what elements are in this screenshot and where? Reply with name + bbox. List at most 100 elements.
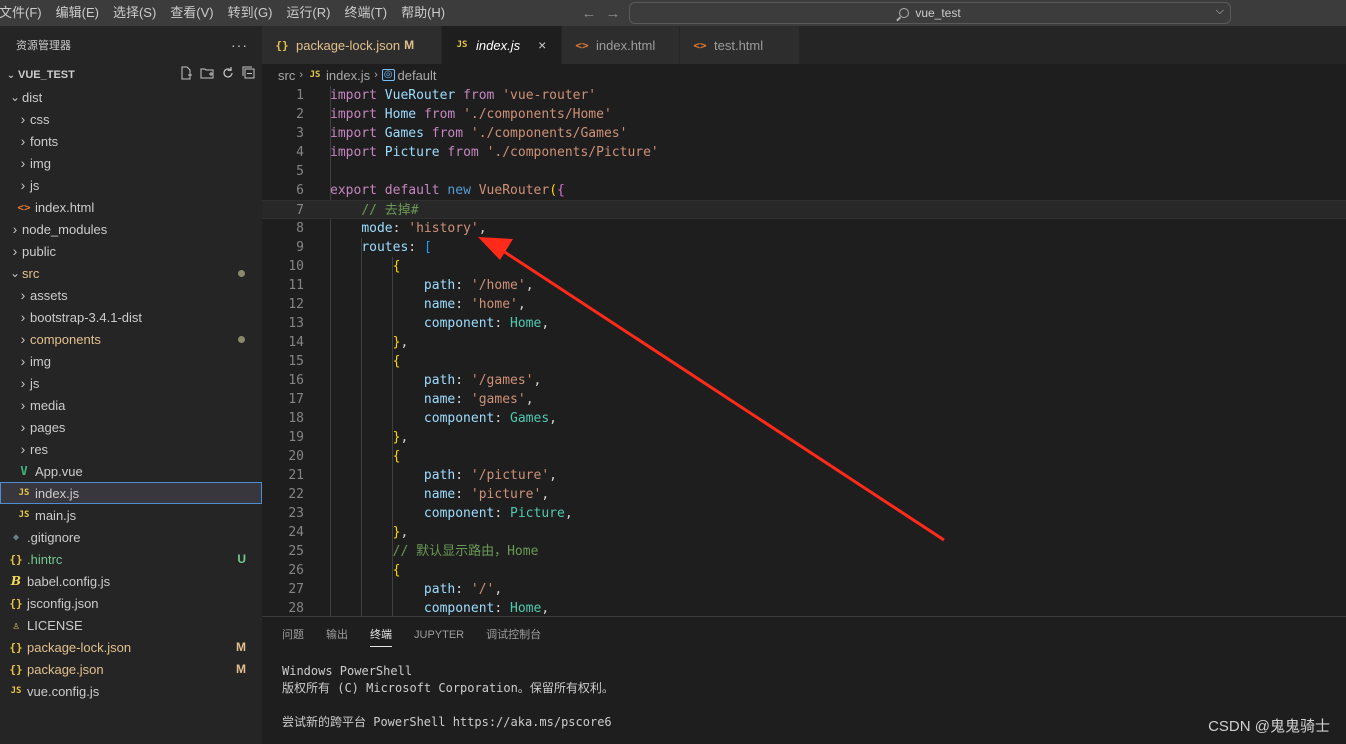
code-token: { [392,563,401,578]
editor-tab[interactable]: <> index.html [562,26,680,64]
code-text: name: 'home', [330,295,526,314]
tree-item[interactable]: ◆ .gitignore [0,526,262,548]
tree-item[interactable]: ⌄ dist [0,86,262,108]
menu-item[interactable]: 终端(T) [337,0,394,26]
forward-arrow-icon[interactable]: → [604,5,622,22]
new-folder-icon[interactable] [200,66,214,80]
panel-tab[interactable]: 问题 [282,617,304,653]
menu-item[interactable]: 选择(S) [106,0,163,26]
code-token: '/picture' [470,468,550,483]
tree-item-label: main.js [35,507,77,523]
code-token: : [455,582,471,597]
code-token: : [455,468,471,483]
menu-item[interactable]: 文件(F) [0,0,49,26]
code-line: 17 name: 'games', [262,390,1346,409]
back-arrow-icon[interactable]: ← [580,5,598,22]
code-editor[interactable]: 1 import VueRouter from 'vue-router' 2 impo… [262,86,1346,616]
tree-item[interactable]: › public [0,240,262,262]
tree-item[interactable]: › components [0,328,262,350]
breadcrumb-symbol[interactable]: default [398,68,437,83]
line-number: 21 [288,468,304,483]
tree-item[interactable]: › assets [0,284,262,306]
tree-item[interactable]: {} package-lock.json M [0,636,262,658]
tree-item[interactable]: › js [0,174,262,196]
code-token: { [392,449,401,464]
tree-item[interactable]: <> index.html [0,196,262,218]
line-number: 20 [288,449,304,464]
code-token: component [423,601,495,616]
code-token: ( [549,183,558,198]
menu-item[interactable]: 运行(R) [279,0,337,26]
code-token: Picture [510,506,565,521]
code-line: 6 export default new VueRouter({ [262,181,1346,200]
editor-tab[interactable]: JS index.js × [442,26,562,64]
line-number: 27 [288,582,304,597]
editor-tab[interactable]: <> test.html [680,26,800,64]
collapse-all-icon[interactable] [242,66,256,80]
project-header[interactable]: ⌄ VUE_TEST [0,64,262,86]
code-token: component [423,411,495,426]
tree-item[interactable]: {} jsconfig.json [0,592,262,614]
json-file-icon: {} [9,662,23,676]
code-text: component: Picture, [330,504,573,523]
close-icon[interactable]: × [538,37,546,53]
panel-tab[interactable]: JUPYTER [414,617,464,653]
tree-item[interactable]: › css [0,108,262,130]
menu-item[interactable]: 编辑(E) [49,0,106,26]
menu-item[interactable]: 转到(G) [221,0,280,26]
code-line: 11 path: '/home', [262,276,1346,295]
tree-item-label: media [30,397,66,413]
terminal-output[interactable]: Windows PowerShell 版权所有 (C) Microsoft Cor… [262,653,1346,731]
refresh-icon[interactable] [221,66,235,80]
editor-tab[interactable]: {} package-lock.json M [262,26,442,64]
code-token: , [494,582,503,597]
menu-item[interactable]: 帮助(H) [394,0,452,26]
code-text: { [330,352,401,371]
tree-item[interactable]: JS vue.config.js [0,680,262,702]
command-center-search[interactable]: vue_test ⌵ [629,2,1231,24]
breadcrumb-file[interactable]: index.js [326,68,370,83]
panel-tab[interactable]: 调试控制台 [486,617,541,653]
line-number: 23 [288,506,304,521]
tree-item[interactable]: › pages [0,416,262,438]
tree-item[interactable]: › res [0,438,262,460]
tree-item[interactable]: › img [0,350,262,372]
panel-tab[interactable]: 输出 [326,617,348,653]
tree-item[interactable]: {} package.json M [0,658,262,680]
tree-item[interactable]: ⌄ src [0,262,262,284]
javascript-file-icon: JS [18,488,30,498]
breadcrumb-folder[interactable]: src [278,68,295,83]
tree-item[interactable]: ♙ LICENSE [0,614,262,636]
new-file-icon[interactable] [179,66,193,80]
code-token: './components/Picture' [486,145,659,160]
line-number: 17 [288,392,304,407]
tree-item[interactable]: JS main.js [0,504,262,526]
tree-item[interactable]: › media [0,394,262,416]
panel-tab[interactable]: 终端 [370,617,392,653]
tree-item[interactable]: › js [0,372,262,394]
chevron-right-icon: › [20,155,26,171]
code-token: import [330,88,377,103]
tree-item[interactable]: › fonts [0,130,262,152]
javascript-file-icon: JS [18,510,30,520]
tree-item[interactable]: {} .hintrc U [0,548,262,570]
code-line: 14 }, [262,333,1346,352]
tree-item[interactable]: Bbabel.config.js [0,570,262,592]
more-actions-icon[interactable]: ··· [231,37,248,53]
code-token: : [494,506,511,521]
navigation-arrows: ← → [580,0,622,26]
tree-item[interactable]: › bootstrap-3.4.1-dist [0,306,262,328]
menu-item[interactable]: 查看(V) [163,0,220,26]
tree-item[interactable]: › node_modules [0,218,262,240]
code-text: { [330,447,401,466]
code-token: , [400,335,409,350]
tree-item[interactable]: V App.vue [0,460,262,482]
tree-item[interactable]: JS index.js [0,482,262,504]
code-token: new [447,183,471,198]
chevron-down-icon[interactable]: ⌵ [1216,5,1224,18]
tree-item[interactable]: › img [0,152,262,174]
line-number: 10 [288,259,304,274]
